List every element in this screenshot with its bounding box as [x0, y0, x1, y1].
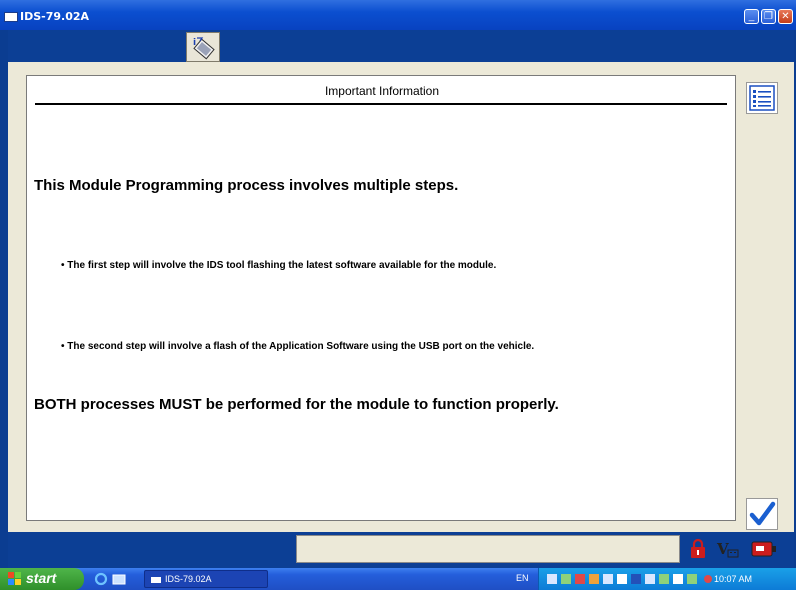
- vcm-connection-icon[interactable]: [750, 537, 776, 561]
- internet-explorer-icon[interactable]: [94, 572, 108, 586]
- list-icon: [749, 85, 775, 111]
- window-title-bar[interactable]: IDS-79.02A _ ❐ ✕: [0, 0, 796, 30]
- information-tab[interactable]: i: [186, 32, 220, 62]
- start-label: start: [26, 570, 57, 586]
- svg-text:V: V: [716, 540, 729, 558]
- app-window-icon: [4, 12, 18, 22]
- lock-icon[interactable]: [686, 537, 710, 561]
- tray-icons[interactable]: [545, 568, 715, 590]
- system-tray: [538, 568, 796, 590]
- checkmark-icon: [749, 501, 776, 526]
- closing-text: BOTH processes MUST be performed for the…: [34, 396, 559, 413]
- intro-text: This Module Programming process involves…: [34, 177, 459, 194]
- list-view-button[interactable]: [746, 82, 778, 114]
- toolbar: [8, 30, 794, 62]
- title-divider: [35, 103, 727, 105]
- show-desktop-icon[interactable]: [112, 572, 126, 586]
- start-button[interactable]: start: [0, 568, 84, 590]
- info-book-icon: i: [193, 37, 215, 60]
- taskbar: start IDS-79.02A EN 10:07 AM: [0, 568, 796, 590]
- clock[interactable]: 10:07 AM: [714, 574, 752, 584]
- taskbar-item-ids[interactable]: IDS-79.02A: [144, 570, 268, 588]
- window-icon: [151, 577, 161, 583]
- bullet-step-two: • The second step will involve a flash o…: [61, 341, 535, 352]
- close-button[interactable]: ✕: [778, 9, 793, 24]
- bullet-step-one: • The first step will involve the IDS to…: [61, 260, 497, 271]
- maximize-button[interactable]: ❐: [761, 9, 776, 24]
- language-indicator[interactable]: EN: [516, 573, 529, 583]
- windows-flag-icon: [8, 572, 21, 585]
- window-title: IDS-79.02A: [20, 10, 90, 23]
- svg-text:i: i: [193, 38, 196, 48]
- confirm-button[interactable]: [746, 498, 778, 530]
- status-message-field: [296, 535, 680, 563]
- minimize-button[interactable]: _: [744, 9, 759, 24]
- taskbar-item-label: IDS-79.02A: [165, 574, 212, 584]
- battery-voltage-icon[interactable]: V: [716, 537, 740, 561]
- page-title: Important Information: [324, 84, 440, 98]
- content-panel: Important Information This Module Progra…: [26, 75, 736, 521]
